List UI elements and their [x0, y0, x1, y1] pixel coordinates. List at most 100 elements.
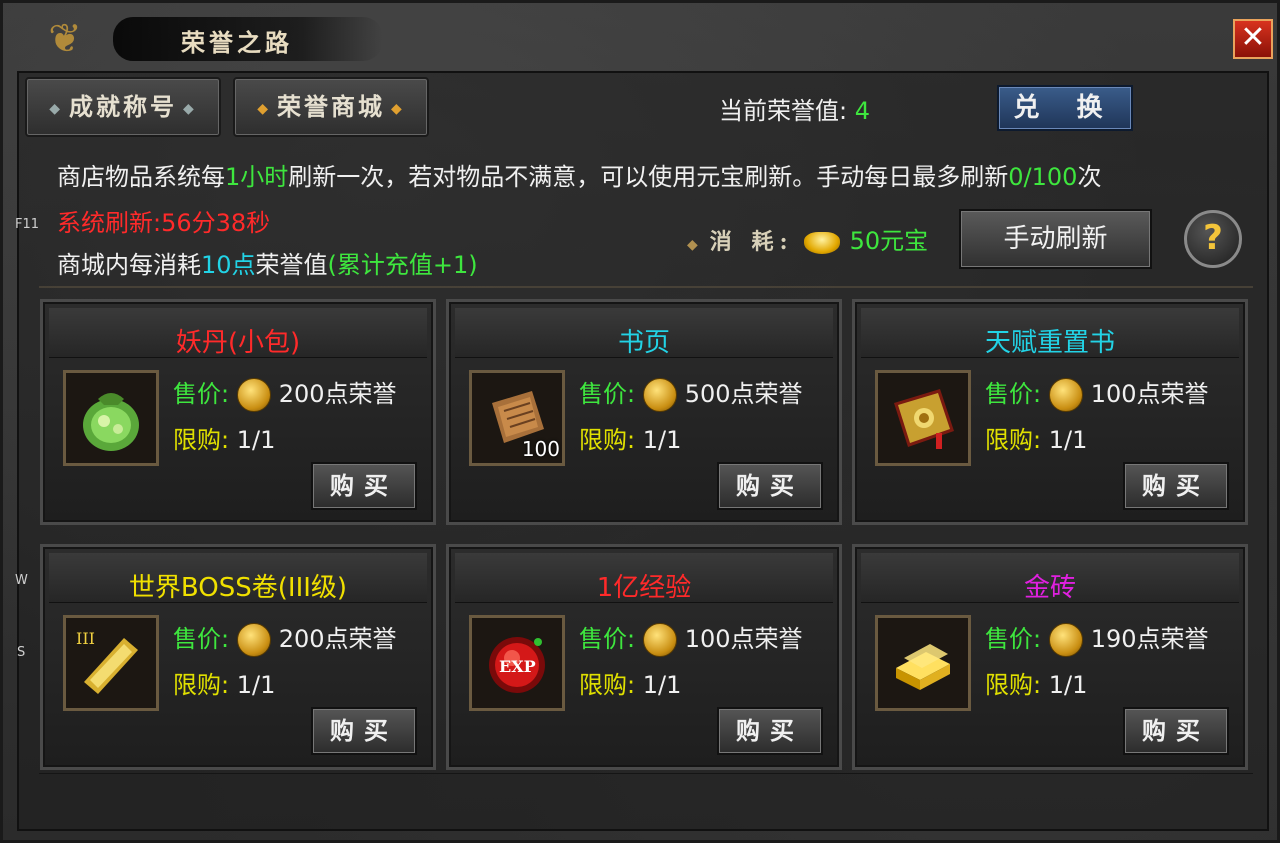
price-line: 售价: 100点荣誉	[985, 374, 1209, 412]
item-name: 天赋重置书	[984, 328, 1115, 358]
limit-line: 限购: 1/1	[173, 665, 275, 700]
price-label: 售价:	[173, 380, 230, 408]
recharge-bonus: (累计充值+1)	[327, 251, 478, 279]
side-hotkey-w: W	[15, 573, 28, 588]
limit-line: 限购: 1/1	[985, 665, 1087, 700]
honor-road-window: ❦ 荣誉之路 ✕ ◆ 成就称号 ◆ ◆ 荣誉商城 ◆ 当前荣誉值: 4 兑 换 商店物品…	[0, 0, 1280, 843]
buy-button[interactable]: 购买	[311, 462, 417, 510]
gold-ingot-icon	[803, 232, 840, 254]
info-text: 刷新一次，若对物品不满意，可以使用元宝刷新。手动每日最多刷新	[288, 163, 1009, 191]
item-price: 200点荣誉	[278, 625, 397, 653]
item-slot[interactable]: EXP	[469, 615, 565, 711]
honor-coin-icon	[236, 623, 271, 657]
buy-button[interactable]: 购买	[717, 462, 823, 510]
buy-button[interactable]: 购买	[1123, 462, 1229, 510]
tab-label: 荣誉商城	[277, 92, 385, 121]
limit-label: 限购:	[579, 426, 636, 454]
side-hotkey-f11: F11	[15, 217, 40, 232]
buy-button[interactable]: 购买	[717, 707, 823, 755]
item-slot[interactable]: III	[63, 615, 159, 711]
manual-refresh-button[interactable]: 手动刷新	[959, 209, 1152, 269]
limit-label: 限购:	[985, 426, 1042, 454]
card-title-bar: 妖丹(小包)	[49, 308, 427, 358]
bottom-strip	[39, 773, 1253, 819]
honor-points: 当前荣誉值: 4	[719, 91, 870, 126]
item-price: 200点荣誉	[278, 380, 397, 408]
divider	[39, 286, 1253, 288]
svg-text:EXP: EXP	[499, 657, 536, 676]
diamond-icon: ◆	[391, 100, 405, 117]
price-label: 售价:	[985, 625, 1042, 653]
honor-coin-icon	[642, 623, 677, 657]
diamond-icon: ◆	[183, 100, 197, 117]
item-price: 190点荣誉	[1090, 625, 1209, 653]
limit-line: 限购: 1/1	[985, 420, 1087, 455]
item-quantity: 100	[521, 437, 560, 461]
manual-refresh-count: 0/100	[1008, 163, 1078, 191]
item-price: 500点荣誉	[684, 380, 803, 408]
item-limit: 1/1	[236, 671, 276, 699]
shop-item-card: 世界BOSS卷(III级) III 售价: 200点荣誉 限购: 1/1 购买	[40, 544, 436, 770]
honor-points-label: 当前荣誉值:	[719, 97, 848, 125]
price-label: 售价:	[579, 380, 636, 408]
honor-coin-icon	[1048, 623, 1083, 657]
tab-honor-shop[interactable]: ◆ 荣誉商城 ◆	[233, 77, 429, 137]
gold-brick-icon	[896, 644, 950, 690]
shop-item-card: 金砖 售价: 190点荣誉 限购: 1/1 购买	[852, 544, 1248, 770]
info-text: 荣誉值	[255, 251, 328, 279]
price-line: 售价: 190点荣誉	[985, 619, 1209, 657]
limit-label: 限购:	[173, 671, 230, 699]
price-line: 售价: 100点荣誉	[579, 619, 803, 657]
diamond-icon: ◆	[687, 237, 698, 253]
price-label: 售价:	[173, 625, 230, 653]
help-icon[interactable]: ?	[1184, 210, 1242, 268]
limit-label: 限购:	[985, 671, 1042, 699]
item-limit: 1/1	[236, 426, 276, 454]
exp-orb-icon: EXP	[489, 637, 545, 693]
shop-item-card: 天赋重置书 售价: 100点荣誉 限购: 1/1 购买	[852, 299, 1248, 525]
card-title-bar: 1亿经验	[455, 553, 833, 603]
item-limit: 1/1	[1048, 671, 1088, 699]
shop-item-card: 1亿经验 EXP 售价: 100点荣誉 限购: 1/1 购买	[446, 544, 842, 770]
buy-button[interactable]: 购买	[311, 707, 417, 755]
book-icon	[894, 389, 954, 449]
price-label: 售价:	[579, 625, 636, 653]
consumption-info-line: 商城内每消耗10点荣誉值(累计充值+1)	[57, 245, 478, 280]
refresh-info-line: 商店物品系统每1小时刷新一次，若对物品不满意，可以使用元宝刷新。手动每日最多刷新…	[57, 157, 1101, 192]
diamond-icon: ◆	[49, 100, 63, 117]
info-text: 次	[1077, 163, 1102, 191]
item-slot[interactable]	[63, 370, 159, 466]
system-refresh-timer: 系统刷新:56分38秒	[57, 209, 271, 237]
item-name: 金砖	[1023, 573, 1076, 603]
item-limit: 1/1	[642, 426, 682, 454]
title-bar[interactable]: ❦ 荣誉之路 ✕	[3, 3, 1280, 73]
price-line: 售价: 200点荣誉	[173, 619, 397, 657]
info-text: 商店物品系统每	[57, 163, 225, 191]
points-per-unit: 10点	[201, 251, 256, 279]
refresh-cost: ◆ 消 耗: 50元宝	[687, 221, 928, 256]
honor-coin-icon	[642, 378, 677, 412]
herb-bag-icon	[83, 393, 139, 451]
card-title-bar: 天赋重置书	[861, 308, 1239, 358]
shop-item-card: 书页 100 售价: 500点荣誉 限购: 1/1 购买	[446, 299, 842, 525]
exchange-button[interactable]: 兑 换	[997, 85, 1133, 131]
close-button[interactable]: ✕	[1233, 19, 1273, 59]
cost-amount: 50元宝	[849, 227, 929, 255]
item-name: 书页	[617, 328, 670, 358]
item-slot[interactable]: 100	[469, 370, 565, 466]
buy-button[interactable]: 购买	[1123, 707, 1229, 755]
item-slot[interactable]	[875, 615, 971, 711]
refresh-interval: 1小时	[225, 163, 289, 191]
item-slot[interactable]	[875, 370, 971, 466]
limit-label: 限购:	[173, 426, 230, 454]
item-name: 1亿经验	[596, 573, 692, 603]
card-title-bar: 金砖	[861, 553, 1239, 603]
item-price: 100点荣誉	[684, 625, 803, 653]
svg-text:III: III	[76, 629, 95, 648]
item-limit: 1/1	[642, 671, 682, 699]
price-line: 售价: 500点荣誉	[579, 374, 803, 412]
cost-label: 消 耗:	[709, 229, 794, 255]
honor-coin-icon	[236, 378, 271, 412]
tab-achievement-titles[interactable]: ◆ 成就称号 ◆	[25, 77, 221, 137]
diamond-icon: ◆	[257, 100, 271, 117]
